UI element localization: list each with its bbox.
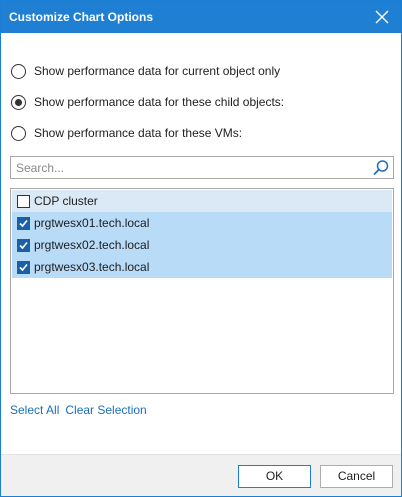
close-icon[interactable] <box>373 8 391 26</box>
radio-label: Show performance data for these VMs: <box>34 126 243 140</box>
title-bar: Customize Chart Options <box>1 1 401 33</box>
radio-vms[interactable]: Show performance data for these VMs: <box>11 124 242 142</box>
customize-chart-options-dialog: Customize Chart Options Show performance… <box>0 0 402 497</box>
checkmark-icon <box>19 219 28 227</box>
list-item[interactable]: prgtwesx01.tech.local <box>12 212 392 234</box>
search-box <box>10 156 394 179</box>
list-item-label: prgtwesx02.tech.local <box>34 238 150 252</box>
child-objects-list: CDP cluster prgtwesx01.tech.local prgtwe… <box>10 188 394 394</box>
checkbox[interactable] <box>17 194 30 208</box>
radio-label: Show performance data for current object… <box>34 64 281 78</box>
radio-label: Show performance data for these child ob… <box>34 95 285 109</box>
list-item[interactable]: CDP cluster <box>12 190 392 212</box>
radio-button[interactable] <box>11 125 26 141</box>
cancel-button[interactable]: Cancel <box>320 465 393 488</box>
selection-links: Select All Clear Selection <box>10 403 147 417</box>
dialog-footer: OK Cancel <box>1 454 401 496</box>
list-item-label: prgtwesx01.tech.local <box>34 216 150 230</box>
checkmark-icon <box>19 241 28 249</box>
clear-selection-link[interactable]: Clear Selection <box>65 403 146 417</box>
dialog-title: Customize Chart Options <box>9 10 154 24</box>
checkbox[interactable] <box>17 216 30 230</box>
search-icon[interactable] <box>372 159 390 177</box>
search-input[interactable] <box>11 157 361 178</box>
checkbox[interactable] <box>17 260 30 274</box>
radio-current-object[interactable]: Show performance data for current object… <box>11 62 280 80</box>
list-item[interactable]: prgtwesx03.tech.local <box>12 256 392 278</box>
list-item-label: prgtwesx03.tech.local <box>34 260 150 274</box>
list-item-label: CDP cluster <box>34 194 98 208</box>
radio-child-objects[interactable]: Show performance data for these child ob… <box>11 93 284 111</box>
checkmark-icon <box>19 263 28 271</box>
select-all-link[interactable]: Select All <box>10 403 59 417</box>
list-item[interactable]: prgtwesx02.tech.local <box>12 234 392 256</box>
checkbox[interactable] <box>17 238 30 252</box>
ok-button[interactable]: OK <box>238 465 311 488</box>
radio-button[interactable] <box>11 94 26 110</box>
radio-button[interactable] <box>11 63 26 79</box>
